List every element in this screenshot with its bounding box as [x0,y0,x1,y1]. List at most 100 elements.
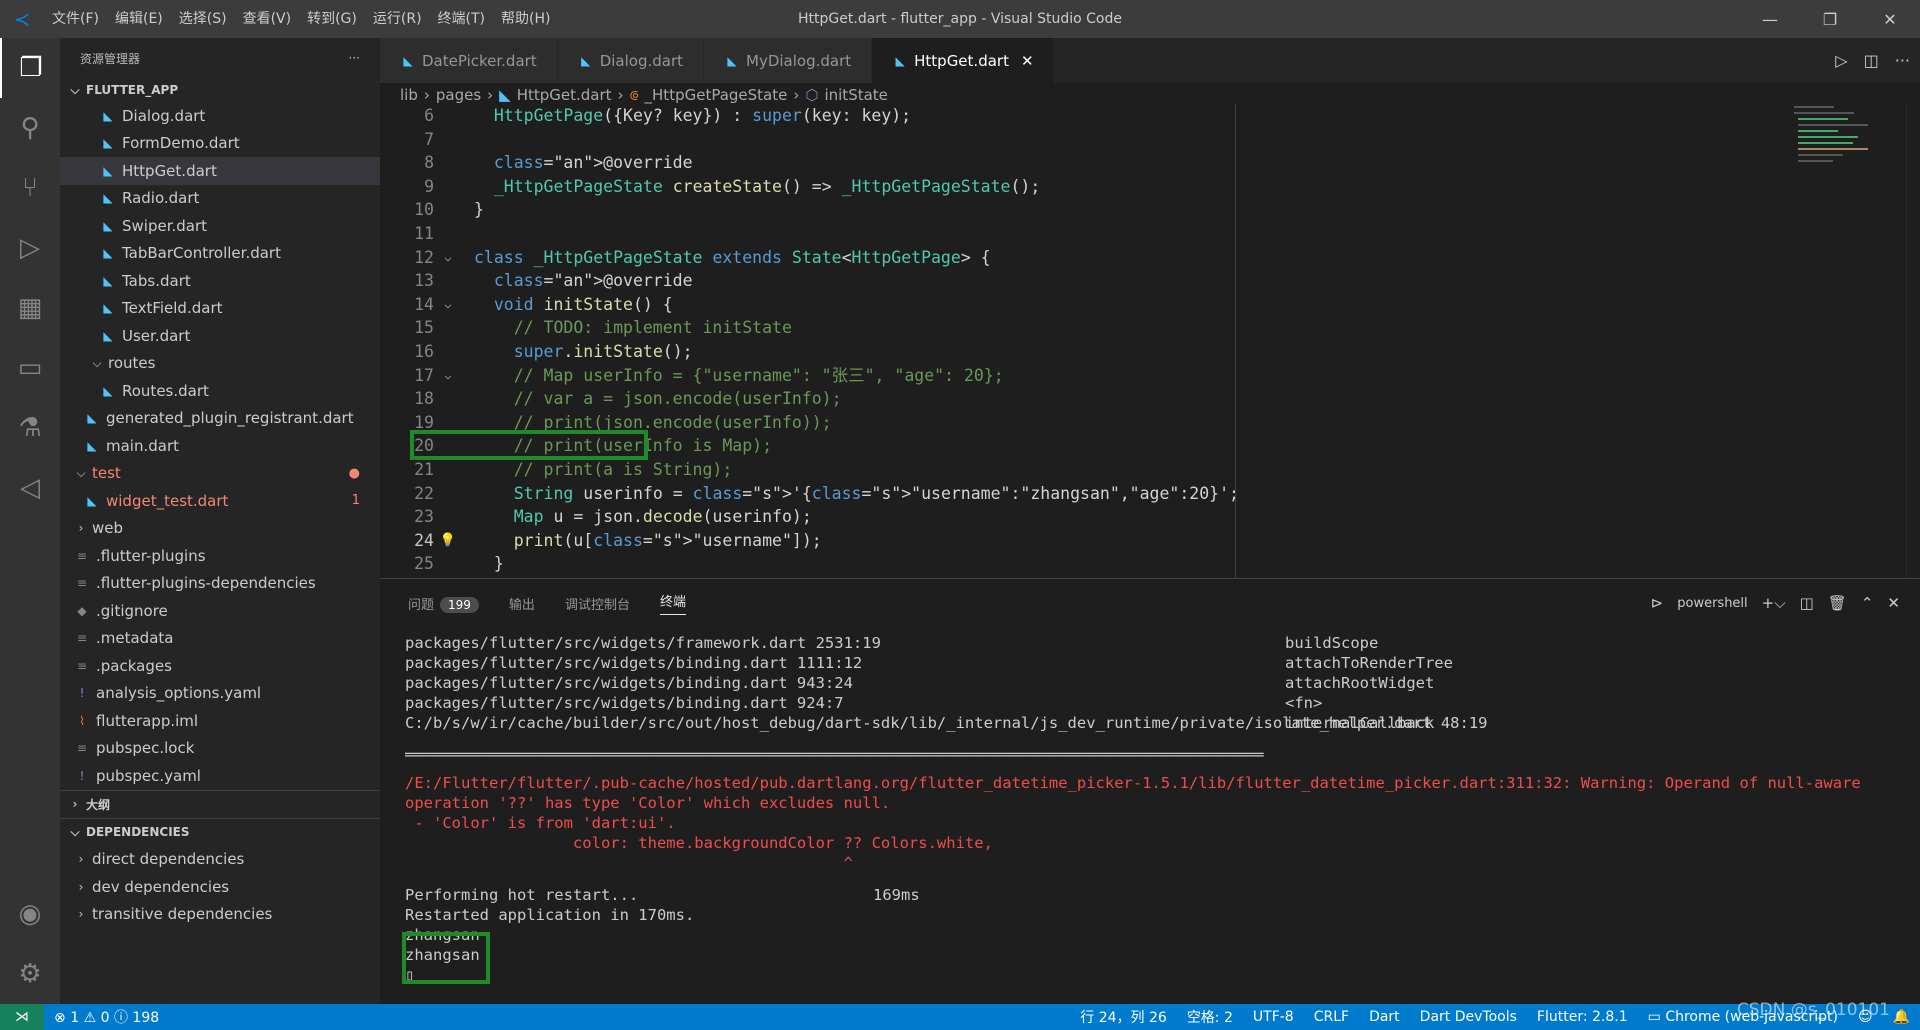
file-pubspec-yaml[interactable]: ! pubspec.yaml [60,762,380,790]
code-line[interactable]: 12 ⌵ class _HttpGetPageState extends State… [380,246,1920,270]
menu-edit[interactable]: 编辑(E) [107,0,171,38]
more-actions-icon[interactable]: ··· [1895,51,1910,70]
code-line[interactable]: 9 _HttpGetPageState createState() => _Ht… [380,175,1920,199]
new-terminal-icon[interactable]: +⌵ [1762,594,1786,612]
menu-help[interactable]: 帮助(H) [493,0,558,38]
file-analysis-options[interactable]: ! analysis_options.yaml [60,680,380,708]
file-httpget[interactable]: ◣ HttpGet.dart [60,157,380,185]
file-radio[interactable]: ◣ Radio.dart [60,185,380,213]
file-user[interactable]: ◣ User.dart [60,322,380,350]
file-metadata[interactable]: ≡ .metadata [60,625,380,653]
maximize-panel-icon[interactable]: ⌃ [1861,594,1874,612]
menu-selection[interactable]: 选择(S) [171,0,235,38]
cursor-position[interactable]: 行 24，列 26 [1070,1007,1177,1027]
file-pubspec-lock[interactable]: ≡ pubspec.lock [60,735,380,763]
terminal-output[interactable]: packages/flutter/src/widgets/framework.d… [405,633,1905,985]
more-actions-icon[interactable]: ··· [349,51,360,65]
code-line[interactable]: 24 💡 print(u[class="s">"username"]); [380,529,1920,553]
extensions-icon[interactable]: ▦ [0,278,60,338]
code-line[interactable]: 13 class="an">@override [380,269,1920,293]
section-outline[interactable]: › 大纲 [60,789,380,818]
breadcrumb-lib[interactable]: lib [400,86,418,104]
tab-problems[interactable]: 问题 199 [408,594,479,613]
lightbulb-icon[interactable]: 💡 [434,529,462,553]
tab-debug-console[interactable]: 调试控制台 [565,594,630,613]
restore-icon[interactable]: ❐ [1800,0,1860,38]
code-line[interactable]: 8 class="an">@override [380,151,1920,175]
end-of-line[interactable]: CRLF [1304,1009,1359,1025]
file-textfield[interactable]: ◣ TextField.dart [60,295,380,323]
close-window-icon[interactable]: ✕ [1860,0,1920,38]
file-generated-plugin-registrant[interactable]: ◣ generated_plugin_registrant.dart [60,405,380,433]
deps-transitive[interactable]: › transitive dependencies [60,901,380,929]
settings-gear-icon[interactable]: ⚙ [0,944,60,1004]
section-flutter-app[interactable]: ⌵ FLUTTER_APP [60,78,380,102]
problems-status[interactable]: ⊗ 1 ⚠ 0 ⓘ 198 [44,1007,169,1027]
file-tabs[interactable]: ◣ Tabs.dart [60,267,380,295]
code-line[interactable]: 25 } [380,552,1920,576]
tab-mydialog[interactable]: ◣ MyDialog.dart [704,38,873,83]
code-line[interactable]: 21 // print(a is String); [380,458,1920,482]
remote-icon[interactable]: ⋊ [0,1004,44,1030]
explorer-icon[interactable]: ❐ [0,38,60,98]
code-line[interactable]: 6 HttpGetPage({Key? key}) : super(key: k… [380,104,1920,128]
code-line[interactable]: 16 super.initState(); [380,340,1920,364]
indentation[interactable]: 空格: 2 [1177,1007,1243,1027]
menu-run[interactable]: 运行(R) [365,0,430,38]
code-line[interactable]: 22 String userinfo = class="s">'{class="… [380,482,1920,506]
folder-test[interactable]: ⌵ test ● [60,460,380,488]
deps-dev[interactable]: › dev dependencies [60,873,380,901]
breadcrumb-method[interactable]: initState [824,86,887,104]
deps-direct[interactable]: › direct dependencies [60,846,380,874]
close-tab-icon[interactable]: ✕ [1021,52,1034,70]
file-packages[interactable]: ≡ .packages [60,652,380,680]
file-routes[interactable]: ◣ Routes.dart [60,377,380,405]
trash-icon[interactable]: 🗑 [1828,594,1847,612]
code-line[interactable]: 10} [380,198,1920,222]
tab-terminal[interactable]: 终端 [659,591,686,615]
minimize-icon[interactable]: — [1740,0,1800,38]
account-icon[interactable]: ◉ [0,884,60,944]
minimap[interactable] [1790,104,1900,184]
menu-terminal[interactable]: 终端(T) [430,0,493,38]
source-control-icon[interactable]: ⑂ [0,158,60,218]
code-line[interactable]: 15 // TODO: implement initState [380,316,1920,340]
close-panel-icon[interactable]: ✕ [1887,594,1900,612]
tab-output[interactable]: 输出 [509,594,535,613]
code-editor[interactable]: 6 HttpGetPage({Key? key}) : super(key: k… [380,104,1920,578]
breadcrumb-file[interactable]: HttpGet.dart [517,86,612,104]
code-line[interactable]: 17 ⌵ // Map userInfo = {"username": "张三",… [380,364,1920,388]
tab-httpget[interactable]: ◣ HttpGet.dart ✕ [872,38,1055,83]
language-mode[interactable]: Dart [1359,1009,1410,1025]
code-line[interactable]: 18 // var a = json.encode(userInfo); [380,387,1920,411]
fold-chevron-icon[interactable]: ⌵ [434,293,462,317]
folder-web[interactable]: › web [60,515,380,543]
code-line[interactable]: 23 Map u = json.decode(userinfo); [380,505,1920,529]
code-line[interactable]: 14 ⌵ void initState() { [380,293,1920,317]
file-flutter-plugins[interactable]: ≡ .flutter-plugins [60,542,380,570]
file-flutter-plugins-dependencies[interactable]: ≡ .flutter-plugins-dependencies [60,570,380,598]
file-formdemo[interactable]: ◣ FormDemo.dart [60,130,380,158]
shell-name[interactable]: powershell [1677,596,1747,611]
editor-scrollbar[interactable] [1906,104,1920,578]
fold-chevron-icon[interactable]: ⌵ [434,364,462,388]
dart-devtools[interactable]: Dart DevTools [1410,1009,1527,1025]
fold-chevron-icon[interactable]: ⌵ [434,246,462,270]
file-tabbarcontroller[interactable]: ◣ TabBarController.dart [60,240,380,268]
tab-datepicker[interactable]: ◣ DatePicker.dart [380,38,558,83]
folder-routes[interactable]: ⌵ routes [60,350,380,378]
tab-dialog[interactable]: ◣ Dialog.dart [557,38,704,83]
menu-go[interactable]: 转到(G) [299,0,365,38]
file-gitignore[interactable]: ◆ .gitignore [60,597,380,625]
split-editor-icon[interactable]: ◫ [1864,51,1879,70]
breadcrumb-pages[interactable]: pages [436,86,481,104]
flutter-icon[interactable]: ◁ [0,458,60,518]
menu-view[interactable]: 查看(V) [235,0,300,38]
code-line[interactable]: 7 [380,128,1920,152]
search-icon[interactable]: ⚲ [0,98,60,158]
split-terminal-icon[interactable]: ◫ [1800,594,1814,612]
menu-file[interactable]: 文件(F) [44,0,107,38]
remote-explorer-icon[interactable]: ▭ [0,338,60,398]
code-line[interactable]: 11 [380,222,1920,246]
breadcrumb-class[interactable]: _HttpGetPageState [645,86,788,104]
